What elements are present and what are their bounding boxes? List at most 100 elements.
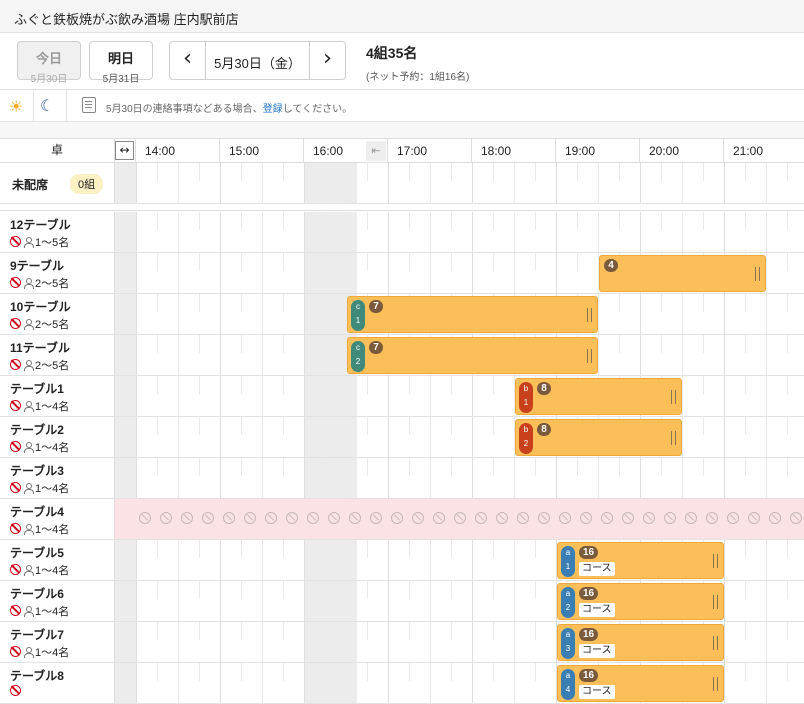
unavailable-icon bbox=[370, 512, 382, 524]
grid-line bbox=[787, 663, 788, 681]
grid-line bbox=[493, 663, 494, 681]
unavailable-icon bbox=[454, 512, 466, 524]
past-time-shade bbox=[115, 622, 136, 662]
resize-handle[interactable] bbox=[713, 676, 718, 691]
capacity-text: 2〜5名 bbox=[35, 278, 70, 290]
reservation-block[interactable]: a 3 16 コース bbox=[557, 624, 724, 661]
grid-line bbox=[577, 212, 578, 230]
reservation-tag: b2 bbox=[519, 423, 533, 454]
tag-letter: c bbox=[356, 343, 360, 352]
table-row: テーブル2 1〜4名 b 2 8 bbox=[0, 417, 804, 458]
grid-line bbox=[220, 212, 221, 252]
register-link[interactable]: 登録 bbox=[263, 104, 283, 115]
moon-icon[interactable]: ☾ bbox=[40, 98, 58, 114]
hour-label: 18:00 bbox=[481, 144, 512, 158]
grid-line bbox=[493, 376, 494, 394]
grid-line bbox=[178, 458, 179, 498]
grid-line bbox=[178, 622, 179, 662]
hour-label: 21:00 bbox=[733, 144, 764, 158]
hour-label: 16:00 bbox=[313, 144, 344, 158]
grid-line bbox=[745, 581, 746, 599]
tag-letter: b bbox=[523, 425, 529, 434]
resize-columns-icon[interactable]: ↔ bbox=[115, 141, 134, 160]
grid-line bbox=[367, 253, 368, 271]
grid-line bbox=[325, 622, 326, 640]
tomorrow-button[interactable]: 明日 5月31日 bbox=[89, 41, 153, 85]
row-header: 12テーブル 1〜5名 bbox=[0, 212, 115, 252]
grid-line bbox=[661, 212, 662, 230]
course-label: コース bbox=[579, 562, 615, 576]
chevron-right-icon[interactable]: › bbox=[309, 42, 345, 79]
today-button[interactable]: 今日 5月30日 bbox=[17, 41, 81, 85]
current-date[interactable]: 5月30日（金） bbox=[206, 53, 309, 72]
unavailable-icon bbox=[496, 512, 508, 524]
grid-line bbox=[661, 163, 662, 181]
grid-line bbox=[304, 663, 305, 703]
no-smoking-icon bbox=[10, 646, 21, 657]
grid-line bbox=[367, 663, 368, 681]
resize-handle[interactable] bbox=[755, 266, 760, 281]
unavailable-icon bbox=[433, 512, 445, 524]
grid-line bbox=[325, 540, 326, 558]
reservation-block[interactable]: a 2 16 コース bbox=[557, 583, 724, 620]
grid-line bbox=[724, 622, 725, 662]
sun-icon[interactable]: ☀ bbox=[9, 99, 27, 115]
reservation-block[interactable]: b28 bbox=[515, 419, 682, 456]
grid-line bbox=[682, 458, 683, 498]
resize-handle[interactable] bbox=[671, 430, 676, 445]
resize-handle[interactable] bbox=[671, 389, 676, 404]
tag-letter: a bbox=[565, 630, 571, 639]
grid-line bbox=[787, 458, 788, 476]
no-smoking-icon bbox=[10, 441, 21, 452]
resize-handle[interactable] bbox=[713, 635, 718, 650]
grid-line bbox=[787, 294, 788, 312]
grid-line bbox=[472, 458, 473, 498]
grid-line bbox=[325, 458, 326, 476]
table-row: テーブル1 1〜4名 b 1 8 bbox=[0, 376, 804, 417]
reservation-tag: b1 bbox=[519, 382, 533, 413]
closed-time-shade bbox=[304, 622, 357, 662]
grid-line bbox=[493, 417, 494, 435]
no-smoking-icon bbox=[10, 685, 21, 696]
grid-line bbox=[766, 540, 767, 580]
grid-line bbox=[157, 663, 158, 681]
grid-line bbox=[745, 540, 746, 558]
chevron-left-icon[interactable]: ‹ bbox=[170, 42, 206, 79]
reservation-block[interactable]: c27 bbox=[347, 337, 598, 374]
grid-line bbox=[472, 581, 473, 621]
grid-line bbox=[178, 540, 179, 580]
grid-line bbox=[367, 212, 368, 230]
grid-line bbox=[199, 253, 200, 271]
reservation-block[interactable]: 4 bbox=[599, 255, 766, 292]
resize-handle[interactable] bbox=[713, 553, 718, 568]
grid-line bbox=[388, 458, 389, 498]
grid-line bbox=[598, 335, 599, 375]
closed-time-shade bbox=[304, 253, 357, 293]
no-smoking-icon bbox=[10, 359, 21, 370]
table-name: テーブル6 bbox=[10, 587, 64, 601]
grid-line bbox=[388, 253, 389, 293]
grid-line bbox=[178, 417, 179, 457]
reservation-block[interactable]: a 4 16 コース bbox=[557, 665, 724, 702]
grid-line bbox=[283, 458, 284, 476]
table-row: テーブル6 1〜4名 a 2 16 コース bbox=[0, 581, 804, 622]
reservation-block[interactable]: b18 bbox=[515, 378, 682, 415]
jump-to-now-icon[interactable]: ⇤ bbox=[366, 141, 386, 161]
grid-line bbox=[598, 163, 599, 203]
grid-line bbox=[304, 294, 305, 334]
capacity-text: 1〜4名 bbox=[35, 442, 70, 454]
grid-line bbox=[640, 163, 641, 203]
grid-line bbox=[241, 163, 242, 181]
grid-line bbox=[136, 212, 137, 252]
resize-handle[interactable] bbox=[713, 594, 718, 609]
unavailable-icon bbox=[202, 512, 214, 524]
spacer bbox=[0, 122, 804, 139]
grid-line bbox=[367, 417, 368, 435]
grid-line bbox=[283, 212, 284, 230]
hour-divider bbox=[471, 139, 472, 162]
resize-handle[interactable] bbox=[587, 307, 592, 322]
reservation-block[interactable]: a 1 16 コース bbox=[557, 542, 724, 579]
reservation-block[interactable]: c17 bbox=[347, 296, 598, 333]
resize-handle[interactable] bbox=[587, 348, 592, 363]
grid-line bbox=[136, 294, 137, 334]
